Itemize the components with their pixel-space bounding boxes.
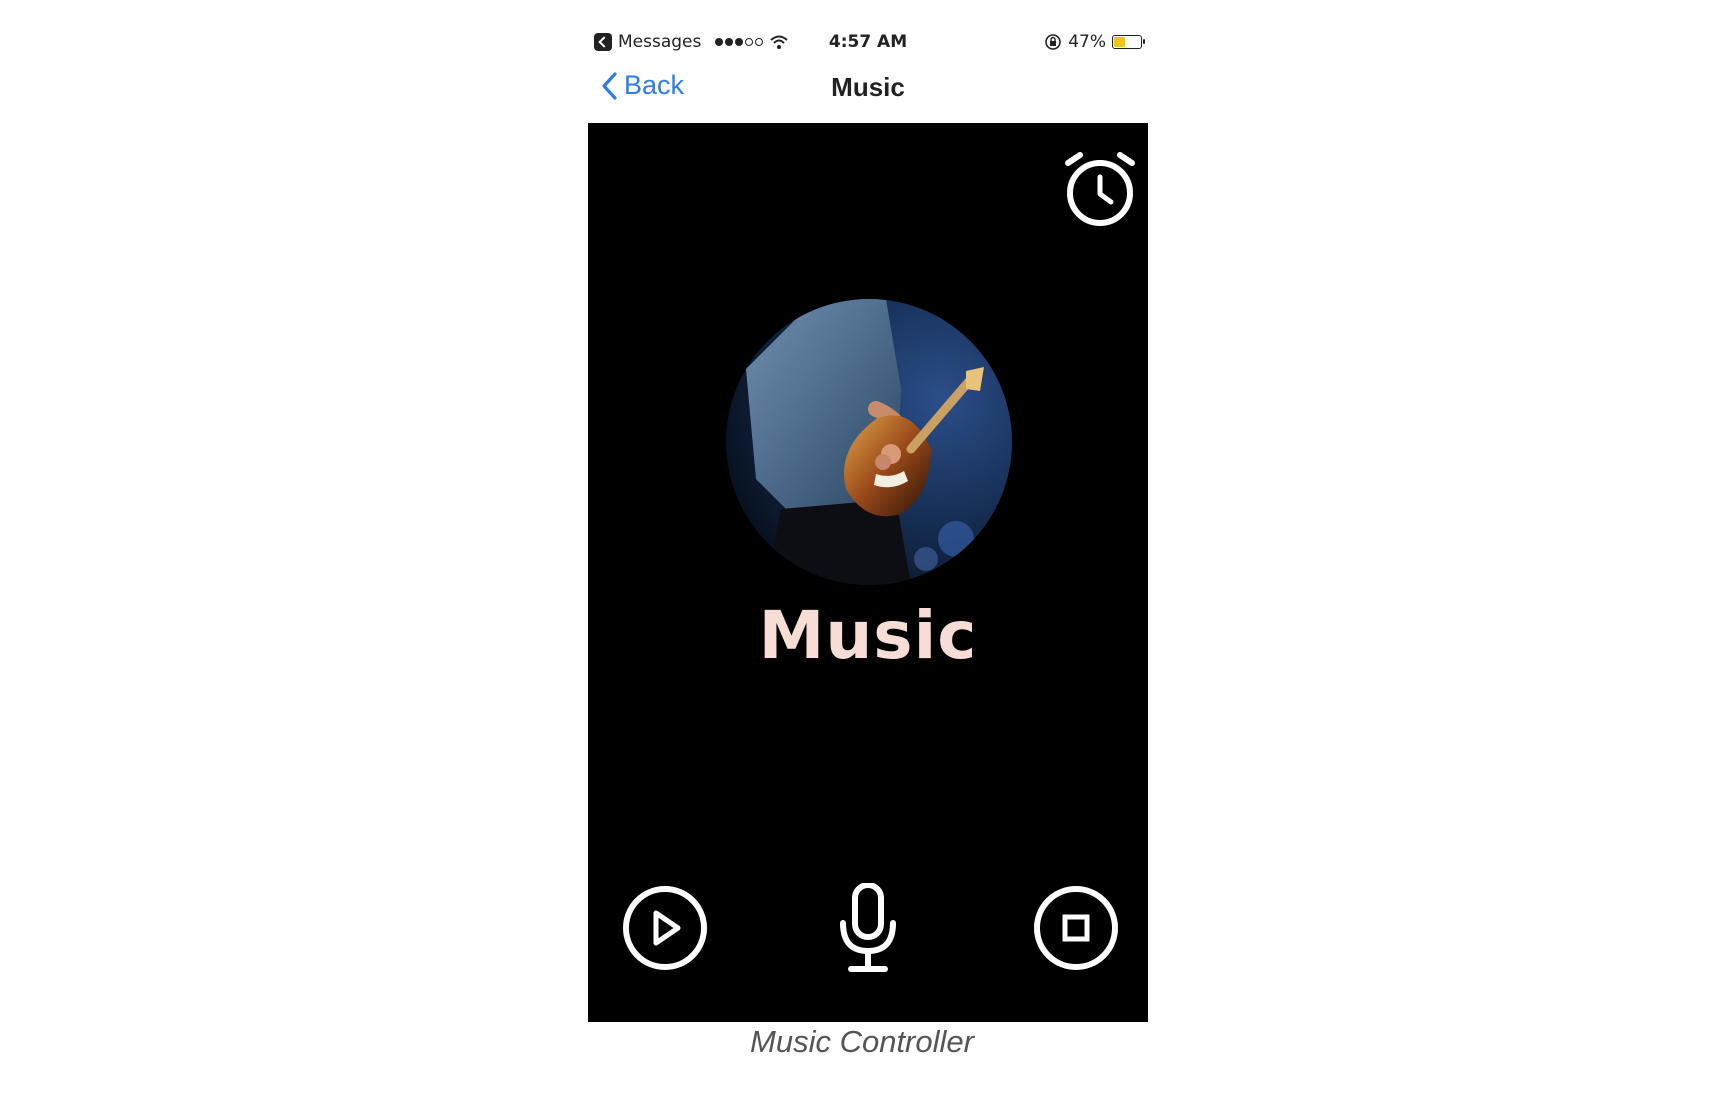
battery-icon (1112, 35, 1145, 49)
microphone-icon (840, 882, 896, 972)
page-title: Music (831, 72, 905, 102)
battery-percentage: 47% (1068, 32, 1106, 52)
play-icon (623, 886, 707, 970)
alarm-clock-icon (1065, 152, 1135, 226)
stop-icon (1034, 886, 1118, 970)
music-player: Music (588, 123, 1148, 1022)
orientation-lock-icon (1045, 34, 1062, 50)
status-bar: Messages 4:57 AM 47% (588, 22, 1148, 62)
track-title: Music (758, 597, 978, 674)
figure-caption: Music Controller (750, 1024, 974, 1059)
phone-screen: Messages 4:57 AM 47% Back Music Music (588, 22, 1148, 1022)
play-button[interactable] (620, 883, 710, 973)
guitarist-image (726, 299, 1012, 585)
record-button[interactable] (823, 882, 913, 973)
battery-level-fill (1114, 37, 1125, 47)
alarm-button[interactable] (1060, 149, 1140, 229)
album-art (726, 299, 1012, 585)
navigation-bar: Back Music (588, 62, 1148, 122)
stop-button[interactable] (1031, 883, 1121, 973)
